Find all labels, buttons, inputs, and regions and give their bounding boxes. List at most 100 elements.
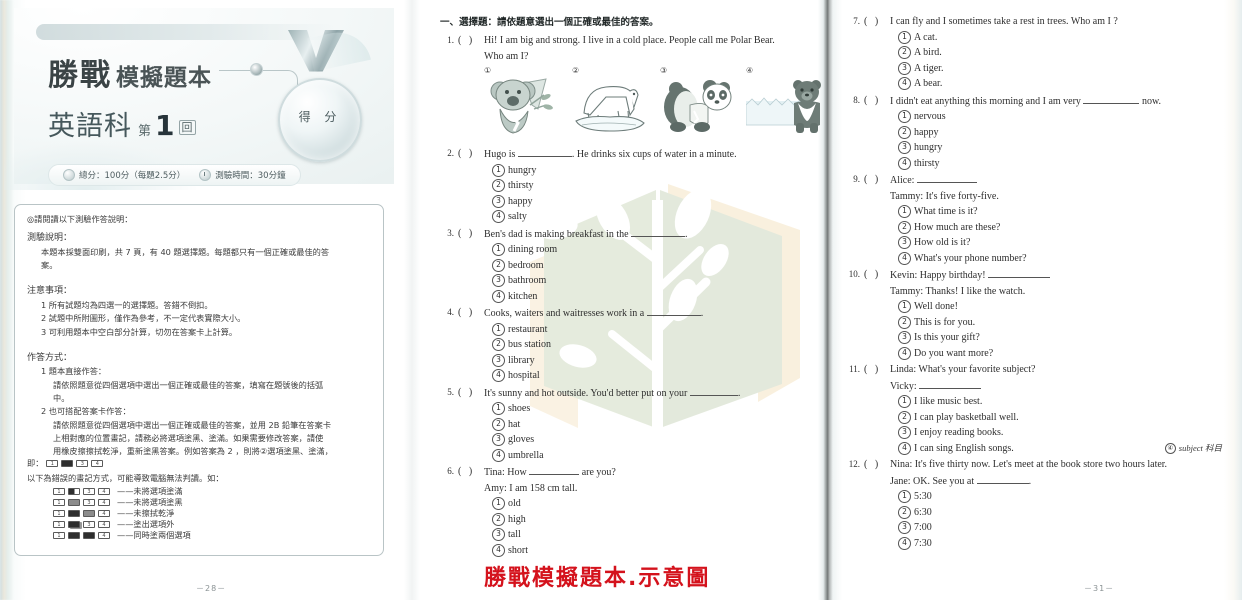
option-item[interactable]: 2 bus station: [492, 337, 820, 353]
answer-bracket[interactable]: ( ): [454, 464, 484, 480]
option-item[interactable]: 3 gloves: [492, 432, 820, 448]
option-item[interactable]: 1 restaurant: [492, 322, 820, 338]
option-item[interactable]: 3 Is this your gift?: [898, 330, 1226, 346]
answer-blank[interactable]: [517, 146, 572, 157]
option-item[interactable]: 4I can sing English songs. ④ subject 科目: [898, 441, 1226, 457]
question-stem-line: 10. ( ) Kevin: Happy birthday!: [846, 267, 1226, 284]
option-item[interactable]: 1 shoes: [492, 401, 820, 417]
option-item[interactable]: 4 7:30: [898, 536, 1226, 552]
bubble-1-icon: 1: [53, 498, 65, 506]
answer-bracket[interactable]: ( ): [860, 362, 890, 378]
bubble-1-icon: 1: [46, 460, 59, 468]
figure-option-2[interactable]: ②: [572, 66, 650, 142]
option-item[interactable]: 1 old: [492, 496, 820, 512]
option-item[interactable]: 2I can play basketball well.: [898, 410, 1226, 426]
option-item[interactable]: 3 library: [492, 353, 820, 369]
exam-info-pill: 總分：100分（每題2.5分） 測驗時間：30分鐘: [48, 164, 301, 186]
option-marker-3: 3: [898, 61, 911, 75]
option-item[interactable]: 2 6:30: [898, 505, 1226, 521]
figure-option-1[interactable]: ①: [484, 66, 560, 142]
option-item[interactable]: 2 How much are these?: [898, 220, 1226, 236]
option-item[interactable]: 3A tiger.: [898, 61, 1226, 77]
option-marker-2: 2: [898, 315, 911, 329]
option-item[interactable]: 1A cat.: [898, 30, 1226, 46]
option-item[interactable]: 1 dining room: [492, 242, 820, 258]
option-item[interactable]: 4 thirsty: [898, 156, 1226, 172]
answer-blank[interactable]: [1083, 93, 1140, 104]
figure-option-3[interactable]: ③: [660, 66, 738, 142]
option-item[interactable]: 3 tall: [492, 527, 820, 543]
option-item[interactable]: 3 7:00: [898, 520, 1226, 536]
answer-bracket[interactable]: ( ): [860, 14, 890, 30]
option-item[interactable]: 4 What's your phone number?: [898, 251, 1226, 267]
option-label: library: [508, 354, 535, 366]
option-item[interactable]: 1 hungry: [492, 163, 820, 179]
question-stem-line: 6. ( ) Tina: How are you?: [440, 464, 820, 481]
bubble-2-filled-icon: 2: [68, 531, 80, 539]
option-item[interactable]: 4 kitchen: [492, 289, 820, 305]
option-list: 1 old 2 high 3 tall 4 short: [440, 496, 820, 558]
answer-blank[interactable]: [529, 464, 580, 475]
option-label: hat: [508, 418, 521, 430]
option-item[interactable]: 1 What time is it?: [898, 204, 1226, 220]
option-item[interactable]: 4 salty: [492, 209, 820, 225]
answer-bracket[interactable]: ( ): [860, 457, 890, 473]
option-item[interactable]: 4 umbrella: [492, 448, 820, 464]
stem-prefix: It's sunny and hot outside. You'd better…: [484, 387, 688, 399]
option-item[interactable]: 2 high: [492, 512, 820, 528]
option-item[interactable]: 3 happy: [492, 194, 820, 210]
option-item[interactable]: 2 bedroom: [492, 258, 820, 274]
option-item[interactable]: 1I like music best.: [898, 394, 1226, 410]
test-description-title: 測驗說明：: [27, 233, 73, 244]
stem-prefix: Hugo is: [484, 149, 516, 160]
answer-blank[interactable]: [919, 378, 982, 389]
option-item[interactable]: 2 This is for you.: [898, 315, 1226, 331]
answer-bracket[interactable]: ( ): [454, 146, 484, 162]
option-item[interactable]: 3 hungry: [898, 140, 1226, 156]
option-marker-2: 2: [492, 512, 505, 526]
option-label: I like music best.: [914, 396, 983, 407]
option-item[interactable]: 1 nervous: [898, 109, 1226, 125]
answer-bracket[interactable]: ( ): [860, 93, 890, 109]
answer-bracket[interactable]: ( ): [454, 226, 484, 242]
answer-blank[interactable]: [988, 267, 1051, 278]
option-marker-1: 1: [898, 300, 911, 313]
answer-blank[interactable]: [976, 473, 1029, 484]
answer-blank[interactable]: [631, 226, 686, 237]
answer-bracket[interactable]: ( ): [454, 305, 484, 321]
option-item[interactable]: 2 hat: [492, 417, 820, 433]
answer-bracket[interactable]: ( ): [454, 33, 484, 49]
answer-bracket[interactable]: ( ): [860, 267, 890, 283]
question-item: 10. ( ) Kevin: Happy birthday! Tammy: Th…: [846, 267, 1226, 361]
option-item[interactable]: 4 hospital: [492, 368, 820, 384]
option-marker-1: 1: [898, 110, 911, 123]
option-item[interactable]: 2A bird.: [898, 45, 1226, 61]
option-item[interactable]: 3 bathroom: [492, 273, 820, 289]
option-item[interactable]: 1 Well done!: [898, 299, 1226, 315]
medal-ribbon-glow: [307, 26, 371, 72]
answer-blank[interactable]: [646, 305, 701, 316]
option-item[interactable]: 2 happy: [898, 125, 1226, 141]
option-label: high: [508, 513, 526, 525]
left-page-edge-fringe: [0, 0, 14, 600]
answer-blank[interactable]: [916, 172, 977, 183]
option-item[interactable]: 2 thirsty: [492, 178, 820, 194]
option-item[interactable]: 3 How old is it?: [898, 235, 1226, 251]
answer-blank[interactable]: [689, 385, 738, 396]
option-item[interactable]: 4 Do you want more?: [898, 346, 1226, 362]
option-item[interactable]: 3I enjoy reading books.: [898, 425, 1226, 441]
test-description-line-2: 案。: [41, 260, 58, 271]
option-item[interactable]: 4A bear.: [898, 76, 1226, 92]
brand-title: 勝戰 模擬題本: [48, 50, 212, 94]
bubble-4-icon: 4: [98, 498, 110, 506]
option-item[interactable]: 4 short: [492, 543, 820, 559]
figure-option-4[interactable]: ④: [745, 66, 828, 142]
bubble-4-icon: 4: [98, 487, 110, 495]
option-item[interactable]: 1 5:30: [898, 489, 1226, 505]
answer-bracket[interactable]: ( ): [454, 385, 484, 401]
answer-bracket[interactable]: ( ): [860, 172, 890, 188]
question-column-left-page: 一、選擇題：請依題意選出一個正確或最佳的答案。 1. ( ) Hi! I am …: [440, 14, 821, 559]
option-label: bedroom: [508, 259, 544, 271]
stem-speaker-2: Jane: OK. See you at: [890, 475, 975, 487]
